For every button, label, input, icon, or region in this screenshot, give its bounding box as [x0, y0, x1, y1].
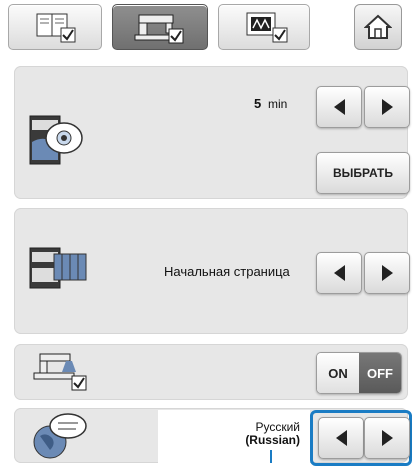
arrow-left-icon: [333, 265, 345, 281]
screensaver-select-button[interactable]: ВЫБРАТЬ: [316, 152, 410, 194]
screensaver-increase-button[interactable]: [364, 86, 410, 128]
language-value-line2: (Russian): [245, 433, 300, 447]
monitor-check-icon: [246, 12, 288, 43]
light-toggle[interactable]: ON OFF: [316, 352, 402, 394]
toggle-off-button[interactable]: OFF: [359, 353, 401, 393]
startup-screen-icon: [29, 247, 87, 289]
tab-machine-settings[interactable]: [112, 4, 208, 50]
screensaver-icon: [29, 115, 83, 165]
screensaver-decrease-button[interactable]: [316, 86, 362, 128]
callout-line: [270, 450, 272, 463]
toggle-on-button[interactable]: ON: [317, 353, 359, 393]
home-icon: [364, 14, 392, 39]
book-check-icon: [36, 13, 76, 43]
arrow-right-icon: [381, 265, 393, 281]
globe-language-icon: [33, 413, 87, 459]
language-previous-button[interactable]: [318, 417, 364, 459]
machine-light-icon: [33, 353, 87, 391]
language-value-line1: Русский: [255, 420, 300, 434]
startup-screen-value: Начальная страница: [164, 264, 290, 279]
startup-previous-button[interactable]: [316, 252, 362, 294]
arrow-left-icon: [335, 430, 347, 446]
arrow-right-icon: [381, 99, 393, 115]
arrow-left-icon: [333, 99, 345, 115]
home-button[interactable]: [354, 4, 402, 50]
sewing-machine-check-icon: [134, 14, 184, 44]
screensaver-time-unit: min: [268, 97, 288, 111]
language-next-button[interactable]: [364, 417, 410, 459]
startup-next-button[interactable]: [364, 252, 410, 294]
tab-general-settings[interactable]: [8, 4, 102, 50]
screensaver-time-value: 5: [254, 96, 262, 111]
tab-embroidery-settings[interactable]: [218, 4, 310, 50]
arrow-right-icon: [381, 430, 393, 446]
